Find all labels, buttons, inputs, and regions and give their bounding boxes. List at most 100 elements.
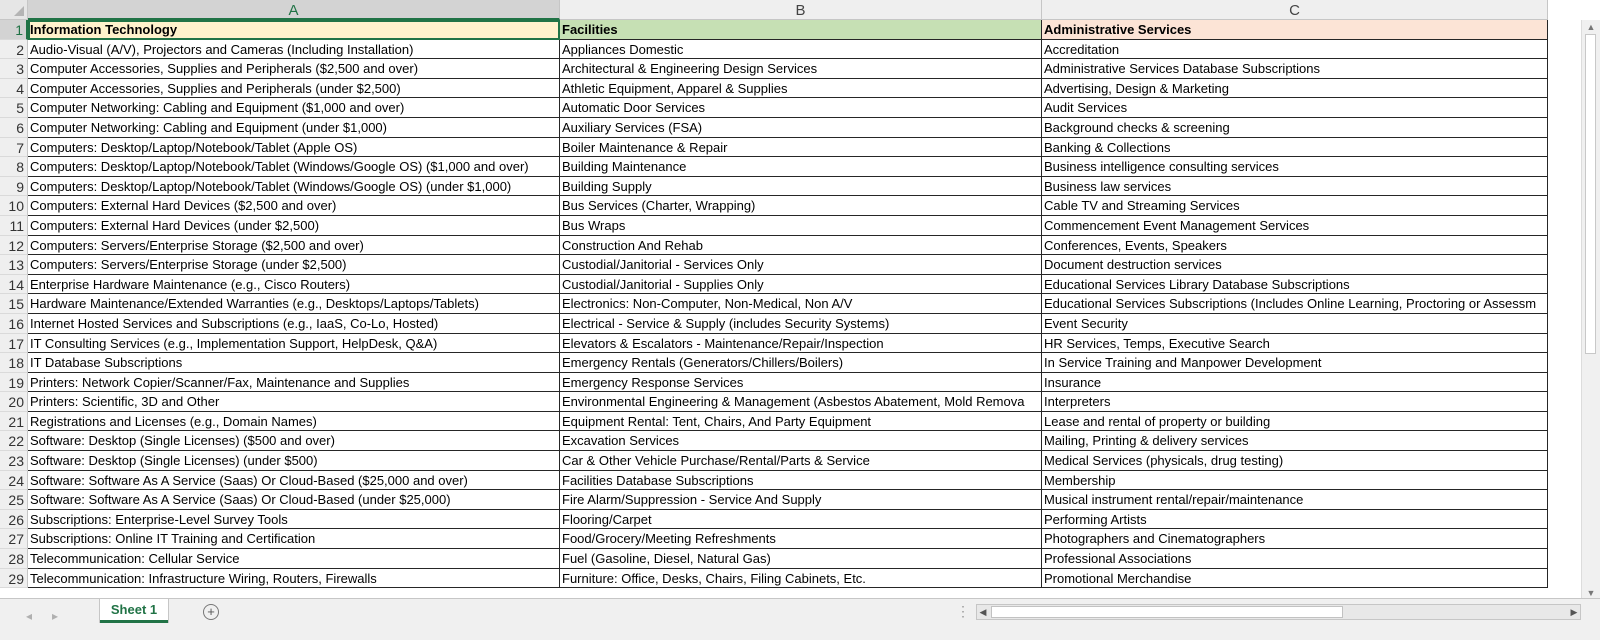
cell-a[interactable]: Software: Software As A Service (Saas) O… bbox=[28, 490, 560, 510]
triangle-right-icon[interactable]: ▶ bbox=[1568, 605, 1580, 619]
cell-a[interactable]: Computer Networking: Cabling and Equipme… bbox=[28, 117, 560, 138]
cell-b[interactable]: Elevators & Escalators - Maintenance/Rep… bbox=[560, 333, 1042, 354]
row-header[interactable]: 29 bbox=[0, 568, 28, 589]
cell-a[interactable]: Audio-Visual (A/V), Projectors and Camer… bbox=[28, 39, 560, 60]
cell-b[interactable]: Flooring/Carpet bbox=[560, 509, 1042, 530]
cell-a[interactable]: Computers: Servers/Enterprise Storage ($… bbox=[28, 235, 560, 256]
cell-b[interactable]: Fuel (Gasoline, Diesel, Natural Gas) bbox=[560, 549, 1042, 569]
cell-c[interactable]: Membership bbox=[1042, 470, 1548, 491]
row-header[interactable]: 4 bbox=[0, 78, 28, 99]
triangle-up-icon[interactable]: ▲ bbox=[1582, 20, 1600, 34]
horizontal-scrollbar[interactable]: ◀ ▶ bbox=[976, 604, 1581, 620]
row-header[interactable]: 1 bbox=[0, 20, 28, 40]
triangle-left-icon[interactable]: ◀ bbox=[977, 605, 989, 619]
cell-a[interactable]: Software: Software As A Service (Saas) O… bbox=[28, 470, 560, 491]
cell-b[interactable]: Equipment Rental: Tent, Chairs, And Part… bbox=[560, 411, 1042, 432]
cell-c[interactable]: Business intelligence consulting service… bbox=[1042, 157, 1548, 177]
cell-c[interactable]: Administrative Services Database Subscri… bbox=[1042, 59, 1548, 79]
cell-b[interactable]: Bus Wraps bbox=[560, 215, 1042, 236]
cell-b[interactable]: Custodial/Janitorial - Supplies Only bbox=[560, 274, 1042, 295]
cell-a[interactable]: Computer Accessories, Supplies and Perip… bbox=[28, 59, 560, 79]
cell-c[interactable]: Background checks & screening bbox=[1042, 117, 1548, 138]
row-header[interactable]: 7 bbox=[0, 137, 28, 158]
row-header[interactable]: 13 bbox=[0, 255, 28, 275]
cell-c[interactable]: Medical Services (physicals, drug testin… bbox=[1042, 451, 1548, 471]
cell-c[interactable]: Musical instrument rental/repair/mainten… bbox=[1042, 490, 1548, 510]
cell-c[interactable]: Interpreters bbox=[1042, 392, 1548, 412]
cell-c[interactable]: Accreditation bbox=[1042, 39, 1548, 60]
cell-a[interactable]: Computers: Desktop/Laptop/Notebook/Table… bbox=[28, 137, 560, 158]
vertical-scrollbar[interactable]: ▲ ▼ bbox=[1581, 20, 1600, 600]
cell-a[interactable]: Computers: Desktop/Laptop/Notebook/Table… bbox=[28, 157, 560, 177]
row-header[interactable]: 11 bbox=[0, 215, 28, 236]
cell-b[interactable]: Athletic Equipment, Apparel & Supplies bbox=[560, 78, 1042, 99]
cell-b[interactable]: Custodial/Janitorial - Services Only bbox=[560, 255, 1042, 275]
row-header[interactable]: 14 bbox=[0, 274, 28, 295]
cell-b[interactable]: Auxiliary Services (FSA) bbox=[560, 117, 1042, 138]
cell-b[interactable]: Building Supply bbox=[560, 176, 1042, 197]
cell-a[interactable]: Software: Desktop (Single Licenses) (und… bbox=[28, 451, 560, 471]
cell-c[interactable]: Lease and rental of property or building bbox=[1042, 411, 1548, 432]
cell-c[interactable]: Insurance bbox=[1042, 372, 1548, 393]
cell-b[interactable]: Electronics: Non-Computer, Non-Medical, … bbox=[560, 294, 1042, 314]
cell-b[interactable]: Bus Services (Charter, Wrapping) bbox=[560, 196, 1042, 216]
cell-c[interactable]: Educational Services Library Database Su… bbox=[1042, 274, 1548, 295]
cell-a[interactable]: Computers: Servers/Enterprise Storage (u… bbox=[28, 255, 560, 275]
cell-b[interactable]: Electrical - Service & Supply (includes … bbox=[560, 313, 1042, 334]
cell-c[interactable]: Commencement Event Management Services bbox=[1042, 215, 1548, 236]
cell-c[interactable]: In Service Training and Manpower Develop… bbox=[1042, 353, 1548, 373]
row-header[interactable]: 20 bbox=[0, 392, 28, 412]
cell-b1-header[interactable]: Facilities bbox=[560, 20, 1042, 40]
cell-c[interactable]: Document destruction services bbox=[1042, 255, 1548, 275]
row-header[interactable]: 23 bbox=[0, 451, 28, 471]
cell-c[interactable]: Educational Services Subscriptions (Incl… bbox=[1042, 294, 1548, 314]
row-header[interactable]: 8 bbox=[0, 157, 28, 177]
splitter-dots-icon[interactable]: ⋮ bbox=[956, 603, 970, 620]
cell-c[interactable]: Mailing, Printing & delivery services bbox=[1042, 431, 1548, 452]
cell-a[interactable]: IT Database Subscriptions bbox=[28, 353, 560, 373]
row-header[interactable]: 17 bbox=[0, 333, 28, 354]
cell-c[interactable]: Professional Associations bbox=[1042, 549, 1548, 569]
row-header[interactable]: 16 bbox=[0, 313, 28, 334]
row-header[interactable]: 24 bbox=[0, 470, 28, 491]
cell-b[interactable]: Facilities Database Subscriptions bbox=[560, 470, 1042, 491]
select-all-corner-icon[interactable] bbox=[0, 0, 28, 20]
cell-a[interactable]: Telecommunication: Infrastructure Wiring… bbox=[28, 568, 560, 589]
cell-a[interactable]: Hardware Maintenance/Extended Warranties… bbox=[28, 294, 560, 314]
cell-c[interactable]: Business law services bbox=[1042, 176, 1548, 197]
cell-b[interactable]: Architectural & Engineering Design Servi… bbox=[560, 59, 1042, 79]
row-header[interactable]: 26 bbox=[0, 509, 28, 530]
cell-c[interactable]: Promotional Merchandise bbox=[1042, 568, 1548, 589]
horizontal-scroll-thumb[interactable] bbox=[991, 606, 1343, 618]
cell-a[interactable]: Printers: Network Copier/Scanner/Fax, Ma… bbox=[28, 372, 560, 393]
cell-a[interactable]: Computer Networking: Cabling and Equipme… bbox=[28, 98, 560, 118]
cell-a[interactable]: Computers: Desktop/Laptop/Notebook/Table… bbox=[28, 176, 560, 197]
cell-c[interactable]: Cable TV and Streaming Services bbox=[1042, 196, 1548, 216]
cell-b[interactable]: Construction And Rehab bbox=[560, 235, 1042, 256]
cell-b[interactable]: Furniture: Office, Desks, Chairs, Filing… bbox=[560, 568, 1042, 589]
cell-a[interactable]: Printers: Scientific, 3D and Other bbox=[28, 392, 560, 412]
row-header[interactable]: 5 bbox=[0, 98, 28, 118]
cell-c[interactable]: Advertising, Design & Marketing bbox=[1042, 78, 1548, 99]
cell-c[interactable]: HR Services, Temps, Executive Search bbox=[1042, 333, 1548, 354]
row-header[interactable]: 27 bbox=[0, 529, 28, 550]
cell-c1-header[interactable]: Administrative Services bbox=[1042, 20, 1548, 40]
cell-b[interactable]: Automatic Door Services bbox=[560, 98, 1042, 118]
cell-a[interactable]: Enterprise Hardware Maintenance (e.g., C… bbox=[28, 274, 560, 295]
cell-a[interactable]: Computer Accessories, Supplies and Perip… bbox=[28, 78, 560, 99]
column-header-c[interactable]: C bbox=[1042, 0, 1548, 20]
cell-a[interactable]: Registrations and Licenses (e.g., Domain… bbox=[28, 411, 560, 432]
cell-c[interactable]: Photographers and Cinematographers bbox=[1042, 529, 1548, 550]
cell-b[interactable]: Appliances Domestic bbox=[560, 39, 1042, 60]
cell-a[interactable]: Subscriptions: Online IT Training and Ce… bbox=[28, 529, 560, 550]
cell-b[interactable]: Fire Alarm/Suppression - Service And Sup… bbox=[560, 490, 1042, 510]
cell-c[interactable]: Audit Services bbox=[1042, 98, 1548, 118]
row-header[interactable]: 25 bbox=[0, 490, 28, 510]
cell-b[interactable]: Building Maintenance bbox=[560, 157, 1042, 177]
row-header[interactable]: 18 bbox=[0, 353, 28, 373]
cell-c[interactable]: Conferences, Events, Speakers bbox=[1042, 235, 1548, 256]
chevron-right-icon[interactable]: ▸ bbox=[52, 609, 58, 623]
cell-b[interactable]: Boiler Maintenance & Repair bbox=[560, 137, 1042, 158]
cell-a[interactable]: Software: Desktop (Single Licenses) ($50… bbox=[28, 431, 560, 452]
cell-a[interactable]: Subscriptions: Enterprise-Level Survey T… bbox=[28, 509, 560, 530]
